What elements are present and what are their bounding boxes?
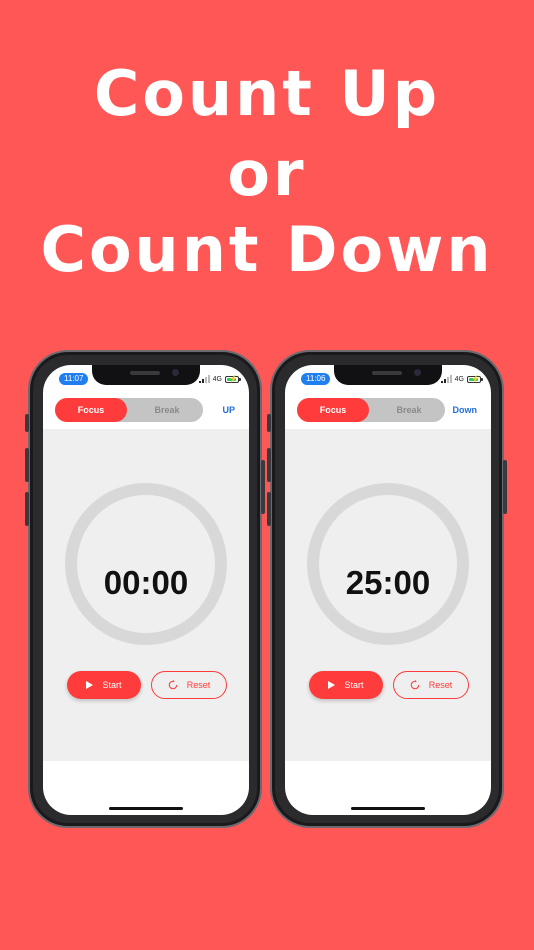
volume-up-button [25,448,29,482]
status-time: 11:06 [301,373,331,385]
count-mode-button[interactable]: UP [222,398,235,422]
network-label: 4G [454,375,464,383]
notch [334,365,442,385]
headline-line-1: Count Up [93,57,441,130]
play-icon [86,681,94,689]
status-indicators: 4G ⚡ [440,373,483,385]
headline-line-3: Count Down [40,213,494,286]
break-tab[interactable]: Break [131,398,203,422]
power-button [503,460,507,514]
focus-tab[interactable]: Focus [297,398,369,422]
speaker-grille [130,371,160,375]
reset-button[interactable]: Reset [151,671,227,699]
volume-down-button [25,492,29,526]
app-screen: 11:06 4G ⚡ Focus Break Down 25:00 Start [285,365,491,815]
start-label: Start [344,680,364,690]
power-button [261,460,265,514]
break-tab[interactable]: Break [373,398,445,422]
start-button[interactable]: Start [309,671,383,699]
volume-up-button [267,448,271,482]
play-icon [328,681,336,689]
home-indicator[interactable] [351,807,425,810]
notch [92,365,200,385]
timer-display: 25:00 [345,564,431,601]
signal-icon [198,375,210,383]
home-indicator[interactable] [109,807,183,810]
headline-line-2: or [227,137,307,210]
reset-label: Reset [186,680,211,690]
volume-down-button [267,492,271,526]
status-time: 11:07 [59,373,89,385]
network-label: 4G [212,375,222,383]
front-camera [414,369,421,376]
timer-display: 00:00 [103,564,189,601]
focus-break-toggle: Focus Break [55,398,203,422]
focus-break-toggle: Focus Break [297,398,445,422]
mute-switch [267,414,271,432]
signal-icon [440,375,452,383]
start-label: Start [102,680,122,690]
status-indicators: 4G ⚡ [198,373,241,385]
reset-label: Reset [428,680,453,690]
timer-panel: 25:00 Start Reset [285,429,491,761]
battery-charging-icon: ⚡ [467,375,483,383]
count-mode-button[interactable]: Down [453,398,478,422]
focus-tab[interactable]: Focus [55,398,127,422]
mute-switch [25,414,29,432]
app-screen: 11:07 4G ⚡ Focus Break UP 00:00 Start Re… [43,365,249,815]
timer-panel: 00:00 Start Reset [43,429,249,761]
battery-charging-icon: ⚡ [225,375,241,383]
reset-button[interactable]: Reset [393,671,469,699]
reset-icon [410,680,420,690]
front-camera [172,369,179,376]
phone-mockup-count-down: 11:06 4G ⚡ Focus Break Down 25:00 Start [267,350,507,828]
phone-mockup-count-up: 11:07 4G ⚡ Focus Break UP 00:00 Start Re… [25,350,265,828]
reset-icon [168,680,178,690]
start-button[interactable]: Start [67,671,141,699]
speaker-grille [372,371,402,375]
